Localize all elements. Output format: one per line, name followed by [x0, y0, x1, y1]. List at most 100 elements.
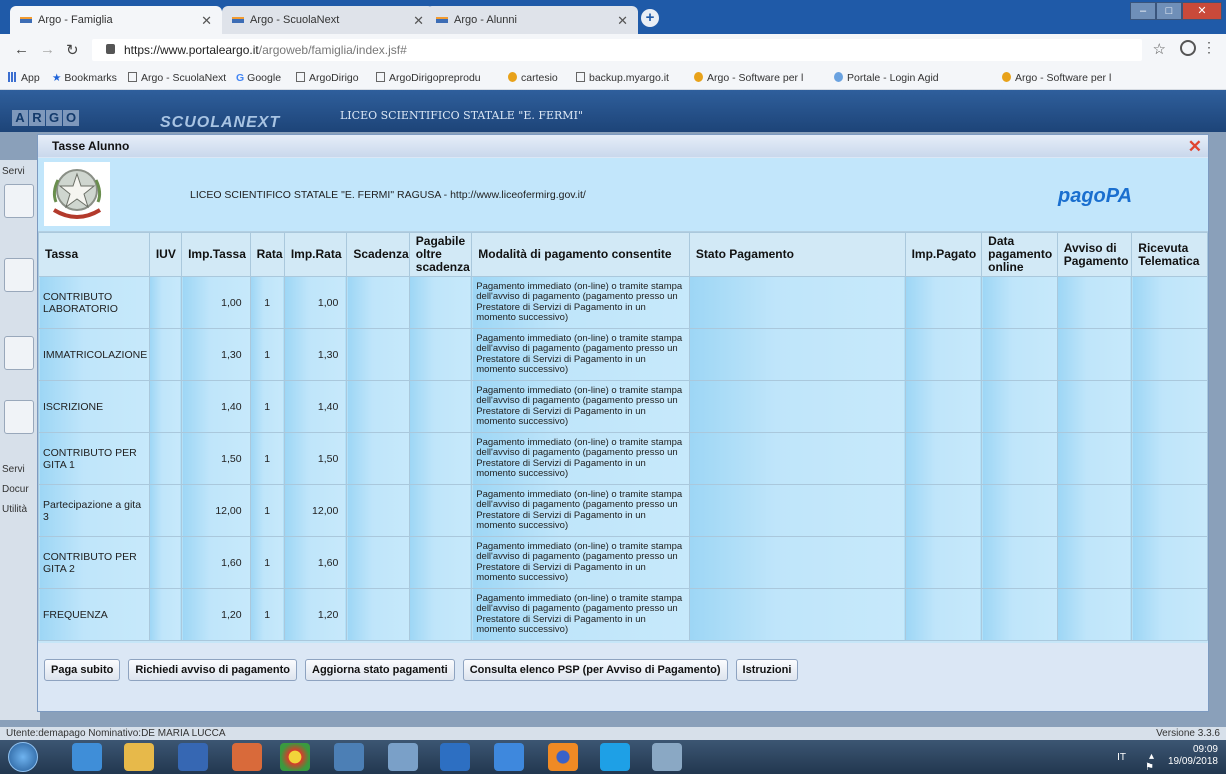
argo-logo: A R G O	[12, 110, 80, 126]
bookmark-portale-login-agid[interactable]: Portale - Login Agid	[834, 72, 939, 84]
bookmark-google[interactable]: G Google	[236, 72, 281, 84]
column-header-imp-rata[interactable]: Imp.Rata	[283, 232, 348, 277]
side-label[interactable]: Utilità	[2, 504, 27, 515]
cell-pagabile	[408, 328, 473, 381]
side-label[interactable]: Servi	[2, 464, 25, 475]
firefox-icon[interactable]	[548, 743, 578, 771]
column-header-imp-pagato[interactable]: Imp.Pagato	[904, 232, 983, 277]
cell-modalita: Pagamento immediato (on-line) o tramite …	[471, 432, 690, 485]
app-icon[interactable]	[232, 743, 262, 771]
clock-time[interactable]: 09:09	[1168, 744, 1218, 756]
cell-scadenza	[346, 588, 410, 641]
menu-dots-icon[interactable]: ⋮	[1202, 39, 1216, 56]
cell-iuv	[148, 536, 183, 589]
column-header-data-pagamento[interactable]: Data pagamento online	[981, 232, 1058, 277]
maximize-icon[interactable]: □	[1156, 2, 1182, 20]
table-row[interactable]: CONTRIBUTO PER GITA 2 1,60 1 1,60 Pagamento …	[38, 536, 1208, 589]
start-button[interactable]	[8, 742, 38, 772]
bookmark-bookmarks[interactable]: ★ Bookmarks	[52, 72, 117, 84]
version-label: Versione 3.3.6	[1156, 728, 1220, 739]
consulta-psp-button[interactable]: Consulta elenco PSP (per Avviso di Pagam…	[462, 659, 728, 681]
table-row[interactable]: CONTRIBUTO LABORATORIO 1,00 1 1,00 Pagamento…	[38, 276, 1208, 329]
cell-imp-pagato	[904, 588, 983, 641]
table-row[interactable]: FREQUENZA 1,20 1 1,20 Pagamento immediato (o…	[38, 588, 1208, 641]
paga-subito-button[interactable]: Paga subito	[44, 659, 121, 681]
url-input[interactable]: https://www.portaleargo.it/argoweb/famig…	[92, 39, 1142, 61]
bookmark-argodirigopreprodu[interactable]: ArgoDirigopreprodu	[376, 72, 481, 84]
language-indicator[interactable]: IT	[1117, 752, 1126, 763]
bookmark-backup-myargo[interactable]: backup.myargo.it	[576, 72, 669, 84]
new-tab-button[interactable]: +	[641, 9, 659, 27]
bookmark-star-icon[interactable]: ☆	[1153, 40, 1166, 58]
app-icon[interactable]	[494, 743, 524, 771]
reload-icon[interactable]: ↻	[66, 41, 79, 59]
istruzioni-button[interactable]: Istruzioni	[735, 659, 799, 681]
side-menu-calendar-icon[interactable]	[4, 258, 34, 292]
bookmark-scuolanext[interactable]: Argo - ScuolaNext	[128, 72, 226, 84]
clock-date[interactable]: 19/09/2018	[1168, 756, 1218, 768]
app-icon[interactable]	[440, 743, 470, 771]
cell-imp-rata: 1,00	[283, 276, 348, 329]
column-header-rata[interactable]: Rata	[249, 232, 285, 277]
bookmark-argo-software-1[interactable]: Argo - Software per l	[694, 72, 803, 84]
cell-iuv	[148, 380, 183, 433]
cell-data-pagamento	[981, 432, 1058, 485]
ie-icon[interactable]	[72, 743, 102, 771]
cell-imp-rata: 1,50	[283, 432, 348, 485]
table-row[interactable]: Partecipazione a gita 3 12,00 1 12,00 Pagame…	[38, 484, 1208, 537]
bookmark-argo-software-2[interactable]: Argo - Software per l	[1002, 72, 1111, 84]
cell-imp-rata: 1,40	[283, 380, 348, 433]
cell-rata: 1	[249, 276, 285, 329]
file-explorer-icon[interactable]	[124, 743, 154, 771]
paint-icon[interactable]	[652, 743, 682, 771]
column-header-iuv[interactable]: IUV	[148, 232, 183, 277]
browser-tab-famiglia[interactable]: Argo - Famiglia ✕	[10, 6, 222, 34]
cell-imp-tassa: 1,20	[181, 588, 251, 641]
aggiorna-stato-button[interactable]: Aggiorna stato pagamenti	[305, 659, 455, 681]
back-arrow-icon[interactable]: ←	[14, 41, 29, 58]
column-header-modalita[interactable]: Modalità di pagamento consentite	[471, 232, 690, 277]
column-header-ricevuta[interactable]: Ricevuta Telematica	[1131, 232, 1208, 277]
cell-stato	[688, 484, 906, 537]
cell-avviso	[1056, 588, 1133, 641]
minimize-icon[interactable]: –	[1130, 2, 1156, 20]
close-tab-icon[interactable]: ✕	[413, 13, 424, 29]
italian-emblem-icon	[44, 162, 110, 226]
window-close-icon[interactable]: ✕	[1182, 2, 1222, 20]
browser-tab-alunni[interactable]: Argo - Alunni ✕	[426, 6, 638, 34]
tray-icons[interactable]: ▴ ⚑ ▣ ◂)	[1145, 751, 1154, 774]
column-header-stato[interactable]: Stato Pagamento	[688, 232, 906, 277]
side-menu-grid-icon[interactable]	[4, 400, 34, 434]
star-icon: ★	[52, 72, 62, 84]
app-icon[interactable]	[388, 743, 418, 771]
table-row[interactable]: ISCRIZIONE 1,40 1 1,40 Pagamento immediato (…	[38, 380, 1208, 433]
skype-icon[interactable]	[600, 743, 630, 771]
media-player-icon[interactable]	[178, 743, 208, 771]
bookmark-cartesio[interactable]: cartesio	[508, 72, 558, 84]
richiedi-avviso-button[interactable]: Richiedi avviso di pagamento	[128, 659, 297, 681]
column-header-scadenza[interactable]: Scadenza	[346, 232, 410, 277]
cell-modalita: Pagamento immediato (on-line) o tramite …	[471, 328, 690, 381]
dialog-close-icon[interactable]: ✕	[1188, 137, 1202, 157]
side-label[interactable]: Servi	[2, 166, 25, 177]
close-tab-icon[interactable]: ✕	[617, 13, 628, 29]
account-icon[interactable]	[1180, 40, 1196, 56]
side-label[interactable]: Docur	[2, 484, 29, 495]
browser-tab-scuolanext[interactable]: Argo - ScuolaNext ✕	[222, 6, 434, 34]
lock-icon	[106, 44, 115, 54]
chrome-icon[interactable]	[280, 743, 310, 771]
table-row[interactable]: IMMATRICOLAZIONE 1,30 1 1,30 Pagamento immed…	[38, 328, 1208, 381]
column-header-imp-tassa[interactable]: Imp.Tassa	[181, 232, 251, 277]
bookmark-argodirigo[interactable]: ArgoDirigo	[296, 72, 359, 84]
side-menu-number-icon[interactable]	[4, 336, 34, 370]
cell-imp-tassa: 1,60	[181, 536, 251, 589]
side-menu-user-icon[interactable]	[4, 184, 34, 218]
column-header-tassa[interactable]: Tassa	[38, 232, 150, 277]
column-header-avviso[interactable]: Avviso di Pagamento	[1056, 232, 1133, 277]
bookmark-apps[interactable]: App	[8, 72, 40, 84]
close-tab-icon[interactable]: ✕	[201, 13, 212, 29]
tool-icon[interactable]	[334, 743, 364, 771]
column-header-pagabile[interactable]: Pagabile oltre scadenza	[408, 232, 473, 277]
table-row[interactable]: CONTRIBUTO PER GITA 1 1,50 1 1,50 Pagamento …	[38, 432, 1208, 485]
forward-arrow-icon[interactable]: →	[40, 41, 55, 58]
